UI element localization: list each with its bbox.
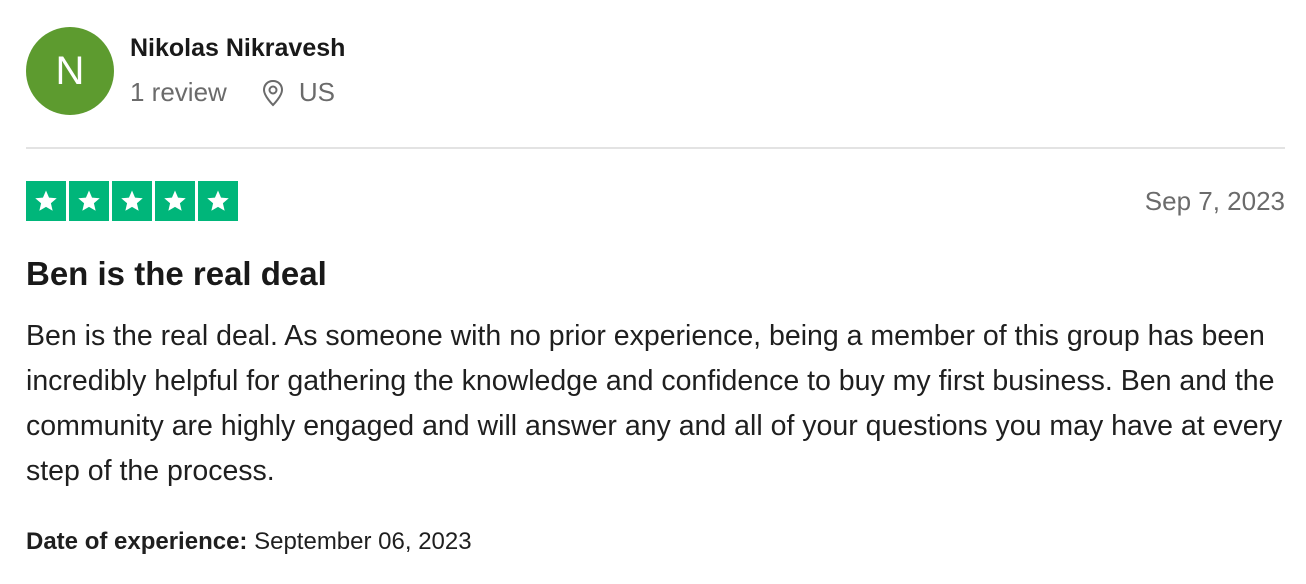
- star-icon: [164, 190, 186, 211]
- experience-date: September 06, 2023: [254, 528, 472, 555]
- experience-label: Date of experience:: [26, 528, 248, 555]
- reviewer-name[interactable]: Nikolas Nikravesh: [130, 34, 345, 63]
- review-body: Ben is the real deal. As someone with no…: [26, 320, 1283, 487]
- location-pin-icon: [261, 79, 285, 107]
- star-1: [26, 181, 66, 221]
- reviewer-country: US: [298, 77, 335, 107]
- avatar-initial: N: [55, 48, 85, 93]
- review-count: 1 review: [130, 77, 227, 107]
- date-of-experience: Date of experience: September 06, 2023: [26, 528, 472, 556]
- review-card: N Nikolas Nikravesh 1 review US Sep 7, 2…: [26, 0, 1285, 584]
- star-2: [69, 181, 109, 221]
- star-icon: [207, 190, 229, 211]
- reviewer-meta: 1 review US: [130, 77, 335, 108]
- star-icon: [121, 190, 143, 211]
- review-date: Sep 7, 2023: [1144, 186, 1285, 216]
- star-icon: [78, 190, 100, 211]
- star-4: [155, 181, 195, 221]
- divider: [26, 147, 1285, 149]
- avatar[interactable]: N: [26, 27, 114, 115]
- reviewer-header: N Nikolas Nikravesh 1 review US: [26, 27, 1285, 117]
- review-title[interactable]: Ben is the real deal: [26, 255, 327, 293]
- star-3: [112, 181, 152, 221]
- star-5: [198, 181, 238, 221]
- star-icon: [35, 190, 57, 211]
- star-rating: [26, 181, 238, 221]
